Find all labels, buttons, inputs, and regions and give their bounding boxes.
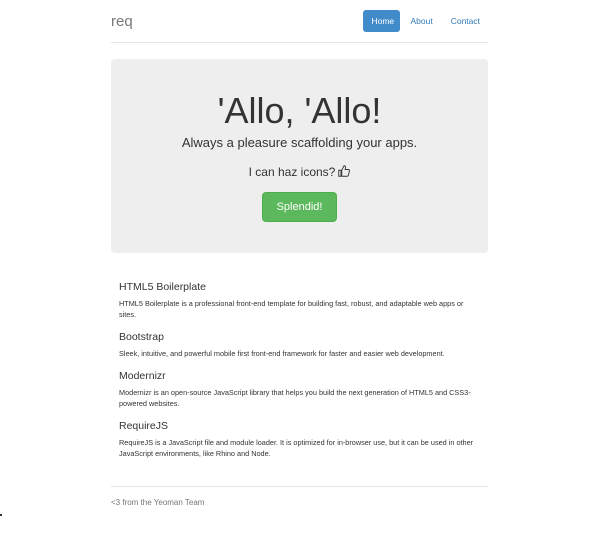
marketing-item: Modernizr Modernizr is an open-source Ja… xyxy=(119,369,480,409)
item-title: RequireJS xyxy=(119,420,169,432)
marketing-item: Bootstrap Sleek, intuitive, and powerful… xyxy=(119,330,480,359)
splendid-button[interactable]: Splendid! xyxy=(262,192,337,222)
item-title: Modernizr xyxy=(119,370,166,382)
jumbotron-title: 'Allo, 'Allo! xyxy=(217,90,382,131)
item-text: Sleek, intuitive, and powerful mobile fi… xyxy=(119,349,445,358)
item-title: Bootstrap xyxy=(119,331,164,343)
footer-text: <3 from the Yeoman Team xyxy=(111,498,205,507)
brand-title: req xyxy=(111,13,133,30)
stray-dot xyxy=(0,514,2,516)
jumbotron-lead: Always a pleasure scaffolding your apps. xyxy=(181,135,418,150)
jumbotron: 'Allo, 'Allo! Always a pleasure scaffold… xyxy=(111,59,488,253)
thumbs-up-icon xyxy=(338,165,351,177)
marketing-section: HTML5 Boilerplate HTML5 Boilerplate is a… xyxy=(111,270,488,459)
nav-home-link[interactable]: Home xyxy=(363,10,401,32)
item-text: Modernizr is an open-source JavaScript l… xyxy=(119,388,471,408)
item-text: HTML5 Boilerplate is a professional fron… xyxy=(119,299,464,319)
item-text: RequireJS is a JavaScript file and modul… xyxy=(119,438,474,458)
marketing-item: RequireJS RequireJS is a JavaScript file… xyxy=(119,419,480,459)
item-title: HTML5 Boilerplate xyxy=(119,281,206,293)
icons-line: I can haz icons? xyxy=(111,165,488,179)
header: req Home About Contact xyxy=(111,0,488,43)
nav-contact-link[interactable]: Contact xyxy=(443,10,488,32)
marketing-item: HTML5 Boilerplate HTML5 Boilerplate is a… xyxy=(119,280,480,320)
nav-pills: Home About Contact xyxy=(361,10,488,32)
nav-about-link[interactable]: About xyxy=(402,10,440,32)
footer: <3 from the Yeoman Team xyxy=(111,486,488,526)
icons-text: I can haz icons? xyxy=(248,165,336,179)
